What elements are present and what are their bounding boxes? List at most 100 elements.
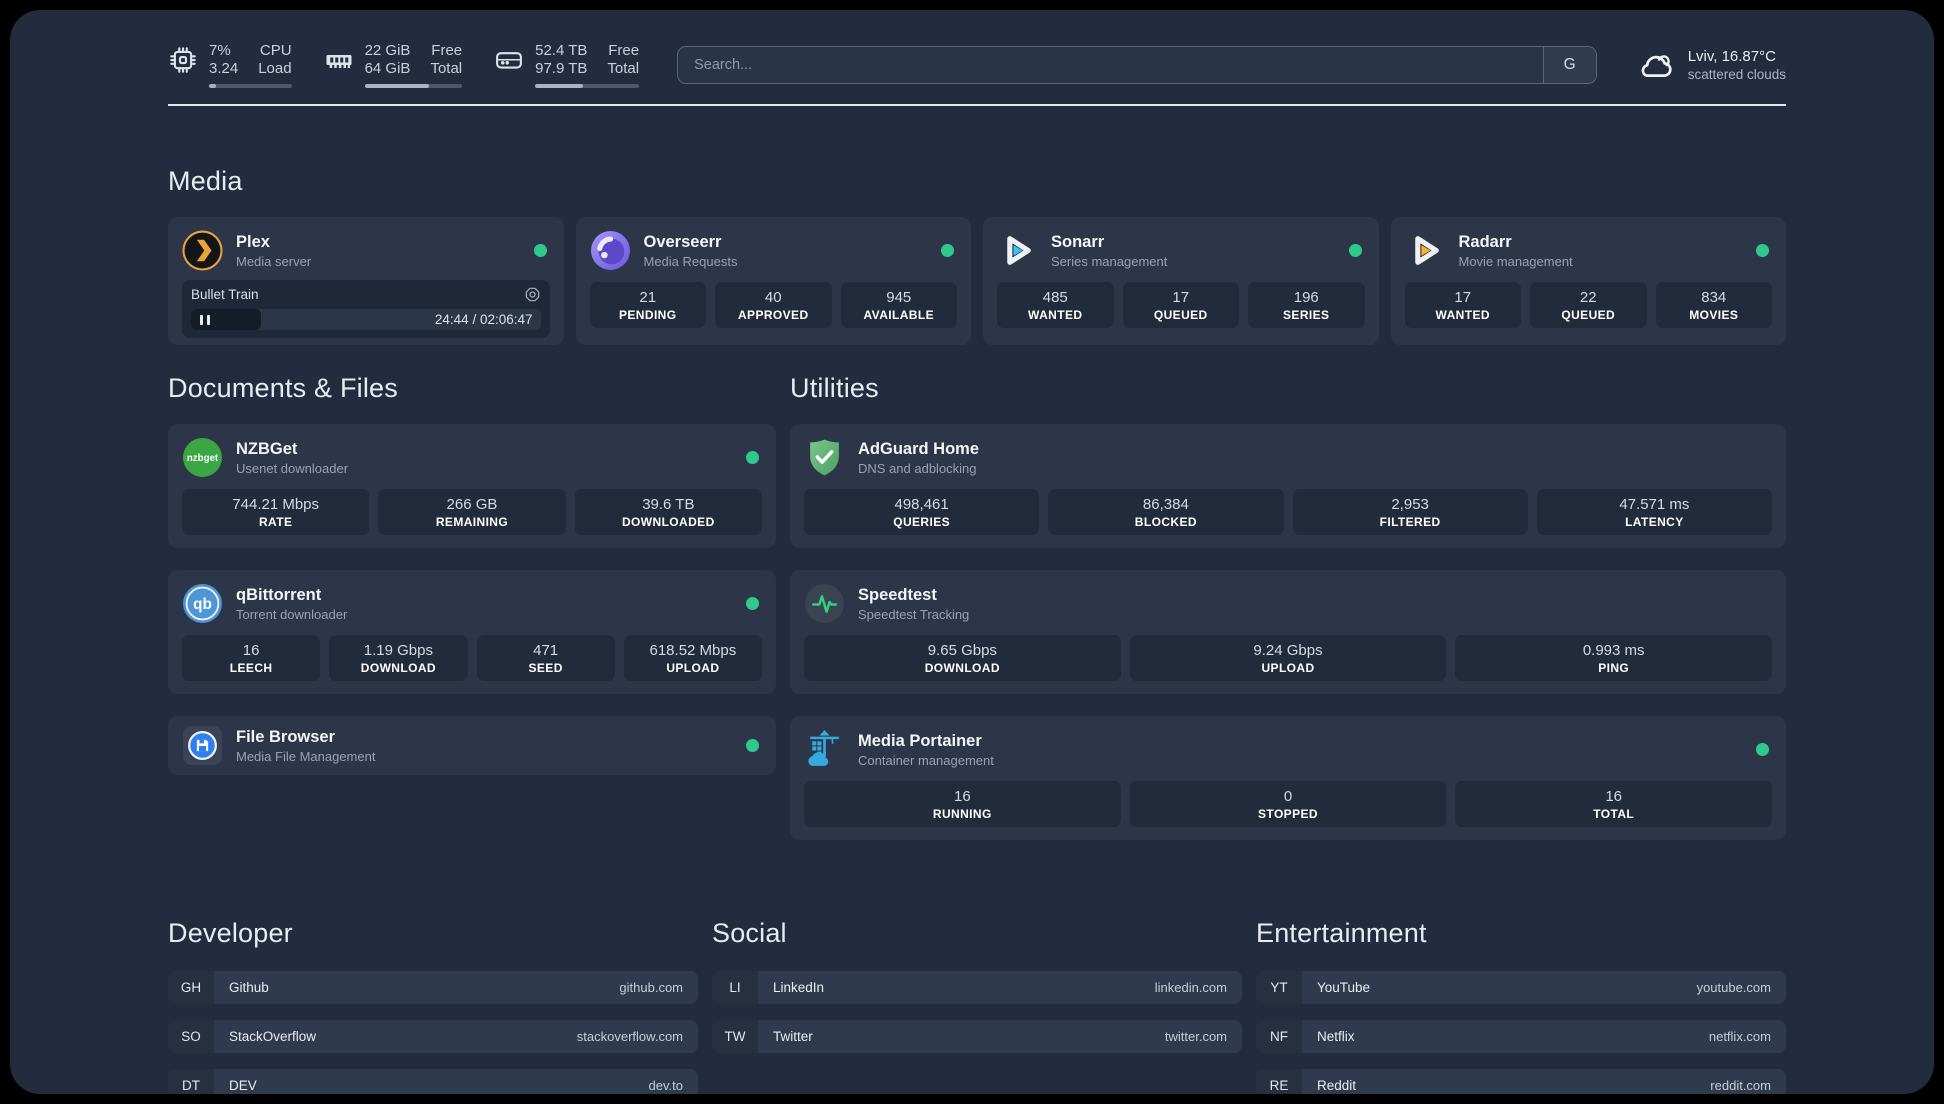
memory-progress-fill	[364, 83, 429, 88]
bookmark-url: dev.to	[648, 1078, 683, 1093]
stat-queued: 17 QUEUED	[1122, 282, 1239, 328]
service-name: Radarr	[1458, 232, 1512, 251]
service-description: Media Requests	[643, 253, 738, 269]
cloud-icon	[1635, 48, 1675, 82]
stat-upload: 9.24 Gbps UPLOAD	[1129, 635, 1447, 681]
ram-icon	[324, 45, 354, 75]
stat-blocked: 86,384 BLOCKED	[1048, 489, 1284, 535]
bookmark-abbr: TW	[712, 1020, 758, 1053]
section-heading-social: Social	[712, 918, 787, 948]
speedtest-card[interactable]: Speedtest Speedtest Tracking 9.65 Gbps D…	[790, 570, 1786, 694]
stat-total: 16 TOTAL	[1455, 781, 1773, 827]
bookmark-url: linkedin.com	[1154, 980, 1227, 995]
bookmark-abbr: NF	[1256, 1020, 1302, 1053]
speedtest-icon	[804, 583, 845, 624]
stat-download: 9.65 Gbps DOWNLOAD	[804, 635, 1121, 681]
service-description: DNS and adblocking	[858, 460, 977, 476]
service-description: Movie management	[1458, 253, 1573, 269]
service-description: Usenet downloader	[236, 460, 349, 476]
memory-widget: 22 GiB Free 64 GiB Total	[324, 42, 463, 88]
adguard-card[interactable]: AdGuard Home DNS and adblocking 498,461 …	[790, 424, 1786, 548]
svg-text:nzbget: nzbget	[187, 453, 219, 464]
sonarr-card[interactable]: Sonarr Series management 485 WANTED 17 Q…	[983, 217, 1379, 345]
nzbget-icon: nzbget	[182, 437, 223, 478]
bookmark-name: Github	[229, 980, 269, 995]
stat-movies: 834 MOVIES	[1655, 282, 1772, 328]
stat-wanted: 485 WANTED	[997, 282, 1114, 328]
bookmark-linkedin[interactable]: LI LinkedIn linkedin.com	[712, 971, 1242, 1004]
overseerr-card[interactable]: Overseerr Media Requests 21 PENDING 40 A…	[575, 217, 971, 345]
bookmark-dev[interactable]: DT DEV dev.to	[168, 1069, 698, 1094]
status-dot	[533, 244, 547, 257]
qbittorrent-card[interactable]: qb qBittorrent Torrent downloader 16 LEE…	[168, 570, 776, 694]
disk-icon	[494, 45, 524, 75]
nzbget-card[interactable]: nzbget NZBGet Usenet downloader 744.21 M…	[168, 424, 776, 548]
bookmark-name: YouTube	[1317, 980, 1371, 995]
status-dot	[1348, 244, 1362, 257]
stat-remaining: 266 GB REMAINING	[378, 489, 566, 535]
weather-condition: scattered clouds	[1687, 66, 1786, 82]
dashboard-panel: 7% CPU 3.24 Load 22 GiB Free 64 GiB Tota…	[10, 10, 1934, 1094]
status-dot	[1756, 743, 1769, 756]
section-heading-media: Media	[168, 166, 243, 196]
bookmark-abbr: RE	[1256, 1069, 1302, 1094]
service-name: qBittorrent	[236, 585, 322, 604]
service-description: Series management	[1051, 253, 1168, 269]
disk-total-label: Total	[607, 60, 640, 77]
cpu-widget: 7% CPU 3.24 Load	[168, 42, 292, 88]
bookmark-abbr: DT	[168, 1069, 214, 1094]
status-dot	[746, 451, 759, 464]
bookmark-url: netflix.com	[1708, 1029, 1771, 1044]
service-name: Media Portainer	[858, 731, 982, 750]
cpu-progress-track	[209, 83, 292, 88]
portainer-card[interactable]: Media Portainer Container management 16 …	[790, 716, 1786, 840]
stat-running: 16 RUNNING	[804, 781, 1121, 827]
bookmark-abbr: YT	[1256, 971, 1302, 1004]
bookmark-abbr: SO	[168, 1020, 214, 1053]
stat-download: 1.19 Gbps DOWNLOAD	[329, 635, 468, 681]
qbittorrent-icon: qb	[182, 583, 223, 624]
memory-stats: 22 GiB Free 64 GiB Total	[365, 42, 463, 78]
weather-text: Lviv, 16.87°C scattered clouds	[1688, 47, 1786, 84]
pause-icon	[200, 314, 204, 325]
now-playing-session-icon	[524, 286, 541, 303]
cpu-usage-value: 7%	[209, 42, 231, 59]
bookmark-stackoverflow[interactable]: SO StackOverflow stackoverflow.com	[168, 1020, 698, 1053]
pause-button[interactable]	[191, 309, 261, 330]
service-name: File Browser	[236, 727, 336, 746]
status-dot	[1756, 244, 1769, 257]
section-heading-entertainment: Entertainment	[1256, 918, 1427, 948]
plex-card[interactable]: Plex Media server Bullet Train 24:44 / 0…	[168, 217, 564, 345]
service-description: Speedtest Tracking	[858, 606, 970, 622]
bookmark-twitter[interactable]: TW Twitter twitter.com	[712, 1020, 1242, 1053]
stat-filtered: 2,953 FILTERED	[1292, 489, 1528, 535]
cpu-load-value: 3.24	[209, 60, 239, 77]
stat-seed: 471 SEED	[476, 635, 615, 681]
service-name: Speedtest	[858, 585, 937, 604]
disk-progress-fill	[535, 83, 583, 88]
bookmark-github[interactable]: GH Github github.com	[168, 971, 698, 1004]
now-playing-title: Bullet Train	[191, 287, 259, 302]
documents-column: Documents & Files nzbget NZBGet Usenet d…	[168, 373, 776, 797]
service-name: AdGuard Home	[858, 439, 980, 458]
bookmark-netflix[interactable]: NF Netflix netflix.com	[1256, 1020, 1786, 1053]
disk-total-value: 97.9 TB	[535, 60, 588, 77]
pause-icon	[206, 314, 210, 325]
service-name: NZBGet	[236, 439, 298, 458]
media-card-grid: Plex Media server Bullet Train 24:44 / 0…	[168, 217, 1786, 345]
bookmark-name: Twitter	[773, 1029, 813, 1044]
stat-pending: 21 PENDING	[589, 282, 706, 328]
filebrowser-card[interactable]: File Browser Media File Management	[168, 716, 776, 775]
disk-free-value: 52.4 TB	[535, 42, 588, 59]
stat-approved: 40 APPROVED	[715, 282, 832, 328]
utilities-column: Utilities AdGuard Home DNS and adblockin…	[790, 373, 1786, 862]
radarr-card[interactable]: Radarr Movie management 17 WANTED 22 QUE…	[1390, 217, 1786, 345]
bookmark-reddit[interactable]: RE Reddit reddit.com	[1256, 1069, 1786, 1094]
service-description: Media server	[236, 253, 312, 269]
disk-widget: 52.4 TB Free 97.9 TB Total	[494, 42, 640, 88]
search-provider-button[interactable]: G	[1542, 47, 1596, 83]
search-input[interactable]	[678, 47, 1543, 83]
stat-queries: 498,461 QUERIES	[804, 489, 1040, 535]
top-bar: 7% CPU 3.24 Load 22 GiB Free 64 GiB Tota…	[168, 40, 1786, 90]
bookmark-youtube[interactable]: YT YouTube youtube.com	[1256, 971, 1786, 1004]
